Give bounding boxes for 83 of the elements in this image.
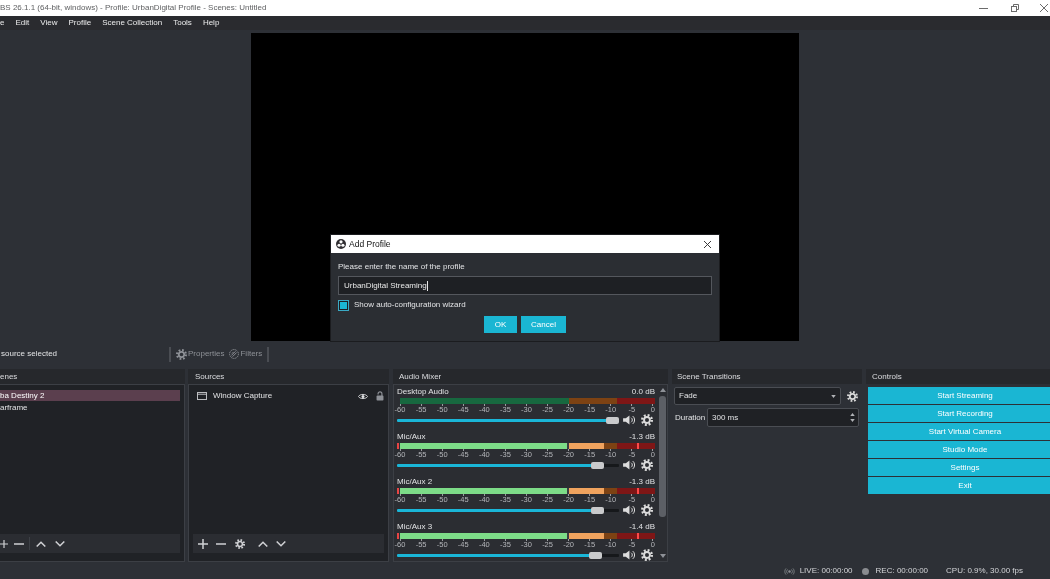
logo-icon [336,239,346,249]
speaker-icon[interactable] [623,550,635,560]
filter-icon [229,349,240,359]
dock-title: Audio Mixer [393,369,668,384]
scroll-down-icon[interactable] [659,554,666,558]
clip-indicator-icon [397,533,399,539]
gear-icon[interactable] [641,414,653,426]
channel-name: Mic/Aux 3 [397,520,433,533]
live-status: LIVE: 00:00:00 [799,565,853,577]
performance-status: CPU: 0.9%, 30.00 fps [946,565,1023,577]
restore-icon[interactable] [1011,4,1019,12]
channel-name: Mic/Aux 2 [397,475,433,488]
channel-name: Desktop Audio [397,385,449,398]
menu-item[interactable]: Edit [15,16,30,30]
gear-icon[interactable] [641,459,653,471]
volume-slider[interactable] [397,416,619,424]
volume-reading: -1.4 dB [629,520,655,533]
close-icon[interactable] [1040,4,1048,12]
gear-icon[interactable] [847,390,858,402]
scene-item[interactable]: arframe [0,402,180,413]
gear-icon[interactable] [235,538,245,549]
window-title: BS 26.1.1 (64-bit, windows) - Profile: UrbanDigital Profile - Scenes: Untitled [0,2,267,14]
slider-thumb[interactable] [591,506,605,514]
minus-icon[interactable] [14,542,24,545]
plus-icon[interactable] [0,539,8,548]
speaker-icon[interactable] [623,460,635,470]
dock-title: Sources [188,369,389,384]
dialog-title: Add Profile [349,237,391,251]
dock-title: Controls [866,369,1050,384]
scroll-up-icon[interactable] [659,388,666,392]
menu-item[interactable]: Tools [173,16,192,30]
transition-dropdown[interactable]: Fade [674,387,841,405]
channel-name: Mic/Aux [397,430,426,443]
slider-thumb[interactable] [591,461,605,469]
slider-thumb[interactable] [589,551,603,559]
scrollbar-thumb[interactable] [659,396,666,517]
volume-reading: -1.3 dB [629,475,655,488]
dialog-prompt: Please enter the name of the profile [338,262,466,272]
clip-indicator-icon [397,488,399,494]
profile-name-field[interactable]: UrbanDigital Streaming [338,276,712,295]
menu-item[interactable]: e [0,16,5,30]
volume-reading: 0.0 dB [631,385,655,398]
window-icon [197,392,207,400]
minus-icon[interactable] [216,542,226,545]
menu-item[interactable]: Profile [68,16,92,30]
volume-slider[interactable] [397,551,619,559]
spin-up-icon[interactable] [850,413,855,416]
clip-indicator-icon [397,443,399,449]
volume-reading: -1.3 dB [629,430,655,443]
volume-slider[interactable] [397,506,619,514]
dock-title: enes [0,369,185,384]
checkbox-label: Show auto-configuration wizard [354,299,466,311]
open-padlock-icon[interactable] [376,391,384,401]
menu-item[interactable]: Scene Collection [102,16,163,30]
recording-status: REC: 00:00:00 [875,565,929,577]
menu-item[interactable]: Help [202,16,220,30]
chevron-up-icon[interactable] [36,540,46,547]
speaker-icon[interactable] [623,415,635,425]
checkbox[interactable] [338,299,349,311]
plus-icon[interactable] [198,538,208,549]
selection-status: source selected [0,348,59,360]
dock-title: Scene Transitions [672,369,862,384]
spin-down-icon[interactable] [850,419,855,422]
broadcast-icon [783,567,795,575]
source-item[interactable]: Window Capture [189,390,388,402]
duration-spinbox[interactable]: 300 ms [707,408,859,427]
chevron-down-icon[interactable] [276,540,286,547]
chevron-up-icon[interactable] [258,540,268,547]
slider-thumb[interactable] [606,416,619,424]
gear-icon[interactable] [641,504,653,516]
menu-item[interactable]: View [40,16,58,30]
record-dot-icon [861,567,869,575]
gear-icon [176,348,187,360]
close-icon[interactable] [704,240,711,248]
minimize-icon[interactable] [979,7,988,9]
duration-label: Duration [675,411,707,424]
volume-slider[interactable] [397,461,619,469]
gear-icon[interactable] [641,549,653,561]
eye-icon[interactable] [358,392,368,400]
caret-icon [831,394,836,398]
speaker-icon[interactable] [623,505,635,515]
scene-item[interactable]: ba Destiny 2 [0,390,180,401]
chevron-down-icon[interactable] [55,540,65,547]
